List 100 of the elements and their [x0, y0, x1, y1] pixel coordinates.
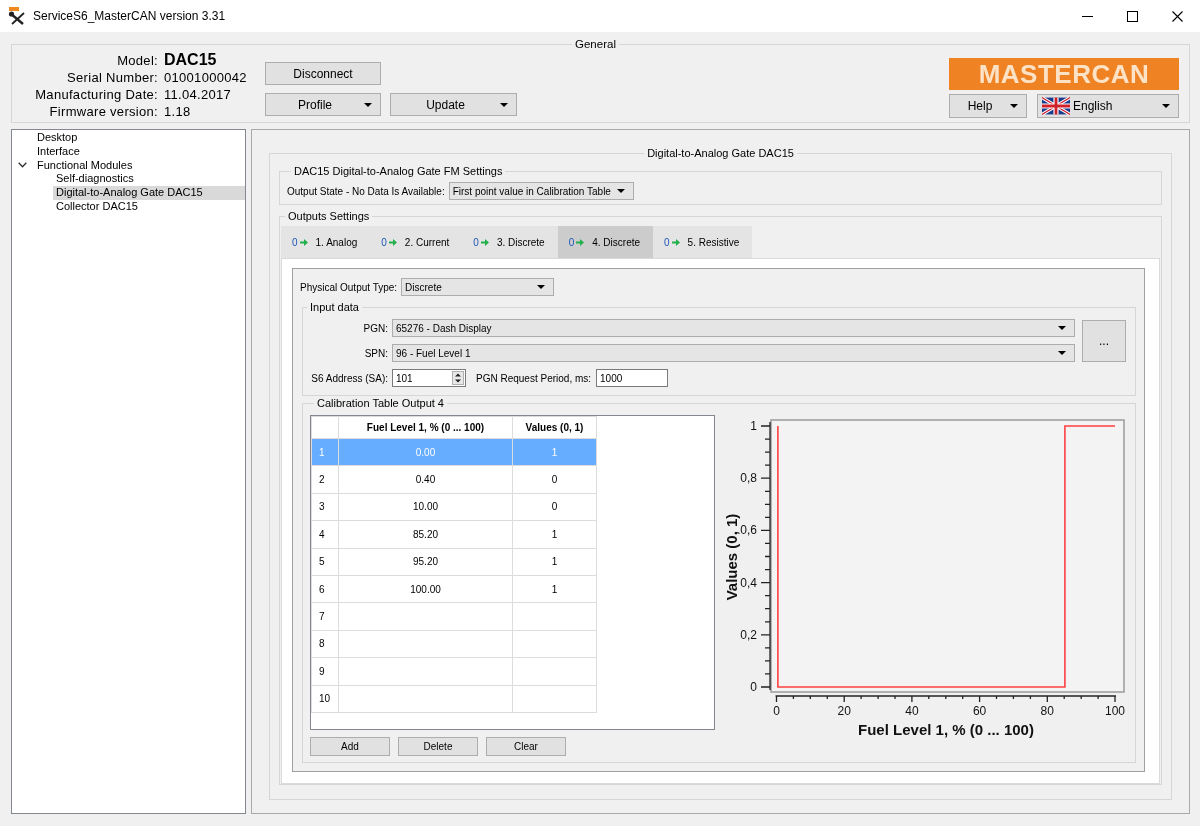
caret-icon [500, 102, 508, 107]
arrow-icon [671, 238, 680, 246]
dropdown-button[interactable]: Profile [265, 93, 381, 116]
tools-icon [8, 7, 26, 25]
brand-logo: MASTERCAN [949, 58, 1179, 90]
table-row[interactable]: 9 [311, 657, 597, 685]
table-cell[interactable]: 1 [512, 520, 597, 549]
table-cell[interactable]: 10.00 [338, 493, 513, 521]
tree-item[interactable]: Self-diagnostics [53, 172, 245, 187]
table-cell[interactable]: 1 [512, 548, 597, 576]
close-icon [1172, 10, 1183, 22]
table-cell[interactable]: 1 [512, 575, 597, 603]
table-cell[interactable] [512, 602, 597, 631]
group-title: General [574, 38, 617, 51]
output-tab[interactable]: 0 2. Current [370, 226, 463, 258]
tick-label: 0,4 [740, 575, 757, 590]
axis-title: Fuel Level 1, % (0 ... 100) [858, 721, 1034, 738]
action-button[interactable]: Clear [486, 737, 566, 756]
table-row[interactable]: 5 95.20 1 [311, 548, 597, 576]
table-cell[interactable] [338, 657, 513, 685]
table-cell[interactable]: 100.00 [338, 575, 513, 603]
output-tab[interactable]: 0 4. Discrete [557, 226, 654, 258]
caret-icon [1010, 104, 1018, 108]
table-cell[interactable]: 85.20 [338, 520, 513, 549]
output-type-dropdown[interactable]: Discrete [401, 278, 555, 296]
table-row[interactable]: 3 10.00 0 [311, 493, 597, 521]
language-dropdown[interactable]: English [1037, 94, 1179, 118]
tick-label: 40 [905, 704, 919, 718]
table-row[interactable]: 6 100.00 1 [311, 575, 597, 603]
tick-label: 0 [773, 704, 780, 718]
table-cell[interactable] [512, 685, 597, 713]
flag-icon [1042, 97, 1070, 115]
output-tab[interactable]: 0 3. Discrete [462, 226, 558, 258]
table-row[interactable]: 8 [311, 630, 597, 658]
table-cell[interactable]: 0 [512, 465, 597, 494]
pgn-dropdown[interactable]: 65276 - Dash Display [392, 319, 1075, 337]
request-period-field[interactable]: 1000 [596, 369, 669, 387]
group-title: Input data [309, 301, 360, 314]
table-row[interactable]: 2 0.40 0 [311, 465, 597, 494]
caret-icon [364, 102, 372, 107]
group-title: Digital-to-Analog Gate DAC15 [646, 147, 795, 160]
field-label: Firmware version: [48, 103, 158, 120]
table-cell[interactable] [512, 657, 597, 685]
table-row[interactable]: 10 [311, 685, 597, 713]
caret-icon [616, 189, 625, 193]
field-label: Output State - No Data Is Available: [287, 185, 445, 197]
field-value: 1.18 [164, 103, 192, 120]
spin-arrows-icon [452, 371, 464, 385]
column-header: Values (0, 1) [525, 422, 584, 433]
dropdown-button[interactable]: Help [949, 94, 1027, 118]
table-cell[interactable] [338, 630, 513, 658]
row-number: 10 [311, 685, 339, 713]
arrow-icon [480, 238, 489, 246]
field-value: 11.04.2017 [164, 86, 233, 103]
dropdown-button[interactable]: Update [390, 93, 517, 116]
row-number: 6 [311, 575, 339, 603]
field-label: PGN Request Period, ms: [476, 372, 592, 384]
tick-label: 60 [972, 704, 987, 718]
arrow-icon [299, 238, 308, 246]
row-number: 7 [311, 602, 339, 631]
field-label: Physical Output Type: [300, 281, 398, 293]
tree-item[interactable]: Desktop [34, 131, 245, 145]
table-cell[interactable]: 0 [512, 493, 597, 521]
tree-item[interactable]: Interface [34, 144, 245, 159]
tick-label: 80 [1040, 704, 1054, 718]
table-row[interactable]: 4 85.20 1 [311, 520, 597, 549]
table-cell[interactable] [512, 630, 597, 658]
group-title: Outputs Settings [287, 210, 371, 223]
tick-label: 0,6 [740, 523, 757, 538]
output-state-dropdown[interactable]: First point value in Calibration Table [448, 182, 634, 200]
caret-icon [1058, 326, 1066, 330]
tree-item[interactable]: Digital-to-Analog Gate DAC15 [53, 186, 245, 200]
row-number: 4 [311, 520, 339, 549]
address-spinbox[interactable]: 101 [392, 369, 466, 387]
field-label: SPN: [363, 347, 388, 359]
field-label: PGN: [362, 322, 388, 334]
field-label: Serial Number: [66, 69, 158, 86]
spn-dropdown[interactable]: 96 - Fuel Level 1 [392, 344, 1075, 362]
field-label: Model: [116, 52, 158, 69]
table-cell[interactable]: 95.20 [338, 548, 513, 576]
output-tab[interactable]: 0 5. Resistive [653, 226, 753, 258]
table-row[interactable]: 7 [311, 602, 597, 631]
table-cell[interactable] [338, 602, 513, 631]
tree-item[interactable]: Functional Modules [34, 158, 245, 173]
tick-label: 0,8 [740, 471, 757, 486]
table-cell[interactable]: 0.40 [338, 465, 513, 494]
browse-button[interactable]: ... [1082, 319, 1126, 362]
tree-item[interactable]: Collector DAC15 [53, 200, 245, 214]
output-tab[interactable]: 0 1. Analog [281, 226, 371, 258]
action-button[interactable]: Disconnect [265, 62, 381, 85]
action-button[interactable]: Delete [398, 737, 478, 756]
window-title: ServiceS6_MasterCAN version 3.31 [33, 9, 226, 23]
row-number: 2 [311, 465, 339, 494]
chevron-icon[interactable] [18, 162, 27, 169]
action-button[interactable]: Add [310, 737, 390, 756]
table-cell[interactable] [338, 685, 513, 713]
field-label: S6 Address (SA): [310, 372, 388, 384]
tick-label: 1 [750, 419, 757, 433]
caret-icon [537, 285, 546, 289]
arrow-icon [388, 238, 397, 246]
